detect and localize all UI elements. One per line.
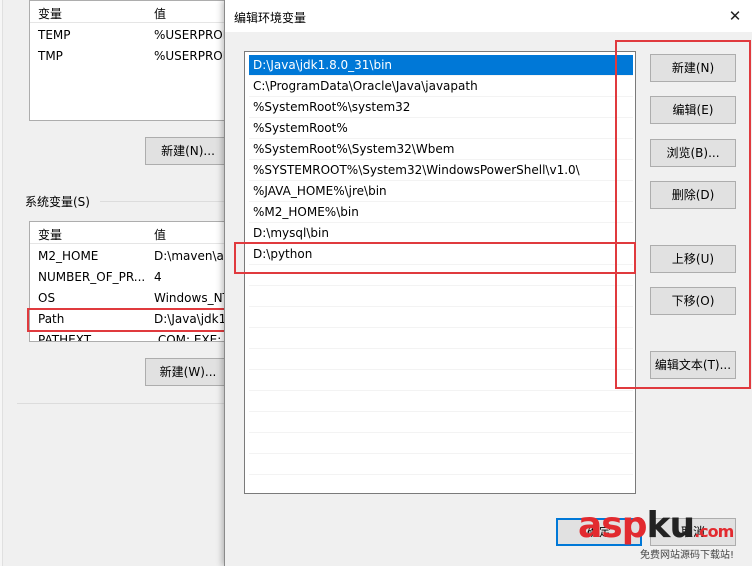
watermark-logo: aspku.com 免费网站源码下载站! bbox=[578, 505, 735, 562]
column-header-value[interactable]: 值 bbox=[154, 5, 166, 22]
variable-value: D:\maven\ap bbox=[154, 249, 225, 263]
table-row[interactable]: TMP %USERPROF bbox=[30, 46, 224, 67]
column-header-variable[interactable]: 变量 bbox=[38, 226, 62, 243]
system-variables-header: 变量 值 bbox=[30, 222, 224, 244]
dialog-title: 编辑环境变量 bbox=[234, 11, 307, 25]
list-item[interactable]: D:\python bbox=[249, 244, 633, 265]
list-item[interactable]: %SystemRoot%\System32\Wbem bbox=[249, 139, 633, 160]
user-variables-list[interactable]: 变量 值 TEMP %USERPROF TMP %USERPROF bbox=[29, 0, 225, 121]
user-variables-header: 变量 值 bbox=[30, 1, 224, 23]
column-header-variable[interactable]: 变量 bbox=[38, 5, 62, 22]
list-item-empty[interactable] bbox=[249, 265, 633, 286]
path-list[interactable]: D:\Java\jdk1.8.0_31\bin C:\ProgramData\O… bbox=[244, 51, 636, 494]
list-item[interactable]: D:\Java\jdk1.8.0_31\bin bbox=[249, 55, 633, 76]
variable-name: PATHEXT bbox=[38, 333, 92, 342]
variable-value: .COM;.EXE;.B bbox=[154, 333, 224, 342]
list-item[interactable]: %M2_HOME%\bin bbox=[249, 202, 633, 223]
variable-value: Windows_NT bbox=[154, 291, 225, 305]
close-icon[interactable]: ✕ bbox=[722, 3, 748, 29]
table-row[interactable]: M2_HOME D:\maven\ap bbox=[30, 246, 224, 267]
system-variables-label: 系统变量(S) bbox=[25, 195, 90, 209]
table-row[interactable]: NUMBER_OF_PR... 4 bbox=[30, 267, 224, 288]
variable-name: Path bbox=[38, 312, 65, 326]
column-header-value[interactable]: 值 bbox=[154, 226, 166, 243]
list-item-empty[interactable] bbox=[249, 286, 633, 307]
new-button[interactable]: 新建(N) bbox=[650, 54, 736, 82]
group-divider bbox=[17, 403, 225, 404]
variable-name: TEMP bbox=[38, 28, 71, 42]
table-row[interactable]: PATHEXT .COM;.EXE;.B bbox=[30, 330, 224, 342]
list-item-empty[interactable] bbox=[249, 412, 633, 433]
table-row-path[interactable]: Path D:\Java\jdk1 bbox=[30, 309, 224, 330]
variable-name: OS bbox=[38, 291, 56, 305]
variable-value: %USERPROF bbox=[154, 28, 225, 42]
list-item[interactable]: %SystemRoot% bbox=[249, 118, 633, 139]
table-row[interactable]: TEMP %USERPROF bbox=[30, 25, 224, 46]
list-item-empty[interactable] bbox=[249, 307, 633, 328]
move-down-button[interactable]: 下移(O) bbox=[650, 287, 736, 315]
edit-button[interactable]: 编辑(E) bbox=[650, 96, 736, 124]
group-divider bbox=[100, 201, 224, 202]
variable-name: NUMBER_OF_PR... bbox=[38, 270, 146, 284]
variable-value: D:\Java\jdk1 bbox=[154, 312, 225, 326]
variable-value: %USERPROF bbox=[154, 49, 225, 63]
variable-value: 4 bbox=[154, 270, 162, 284]
system-variables-list[interactable]: 变量 值 M2_HOME D:\maven\ap NUMBER_OF_PR...… bbox=[29, 221, 225, 342]
move-up-button[interactable]: 上移(U) bbox=[650, 245, 736, 273]
list-item-empty[interactable] bbox=[249, 349, 633, 370]
delete-button[interactable]: 删除(D) bbox=[650, 181, 736, 209]
edit-text-button[interactable]: 编辑文本(T)... bbox=[650, 351, 736, 379]
list-item[interactable]: %SystemRoot%\system32 bbox=[249, 97, 633, 118]
system-new-button[interactable]: 新建(W)... bbox=[145, 358, 231, 386]
list-item-empty[interactable] bbox=[249, 391, 633, 412]
title-bar[interactable]: 编辑环境变量 ✕ bbox=[225, 0, 752, 32]
list-item-empty[interactable] bbox=[249, 454, 633, 475]
window-edge bbox=[0, 0, 3, 566]
variable-name: TMP bbox=[38, 49, 63, 63]
list-item[interactable]: C:\ProgramData\Oracle\Java\javapath bbox=[249, 76, 633, 97]
list-item-empty[interactable] bbox=[249, 370, 633, 391]
variable-name: M2_HOME bbox=[38, 249, 99, 263]
user-new-button[interactable]: 新建(N)... bbox=[145, 137, 231, 165]
list-item[interactable]: D:\mysql\bin bbox=[249, 223, 633, 244]
table-row[interactable]: OS Windows_NT bbox=[30, 288, 224, 309]
browse-button[interactable]: 浏览(B)... bbox=[650, 139, 736, 167]
list-item[interactable]: %JAVA_HOME%\jre\bin bbox=[249, 181, 633, 202]
edit-environment-variable-dialog: 编辑环境变量 ✕ D:\Java\jdk1.8.0_31\bin C:\Prog… bbox=[224, 0, 752, 566]
list-item[interactable]: %SYSTEMROOT%\System32\WindowsPowerShell\… bbox=[249, 160, 633, 181]
list-item-empty[interactable] bbox=[249, 433, 633, 454]
list-item-empty[interactable] bbox=[249, 328, 633, 349]
